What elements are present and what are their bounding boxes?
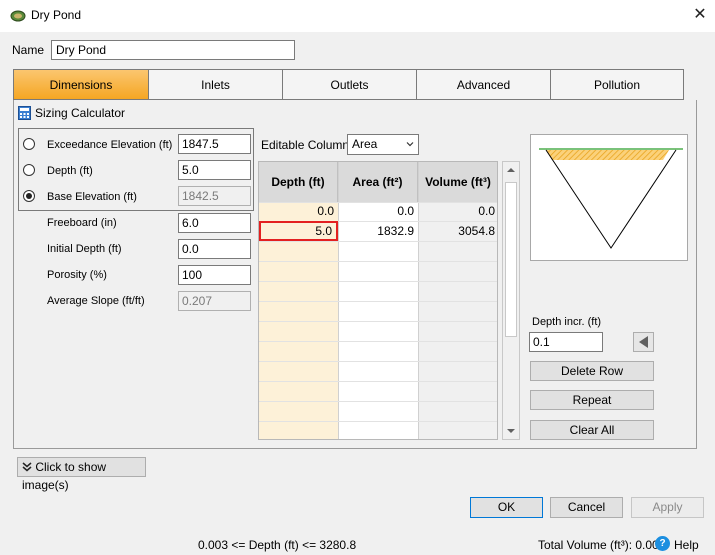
- arrow-down-icon: [507, 429, 515, 433]
- tab-outlets[interactable]: Outlets: [282, 69, 416, 100]
- depth-incr-input[interactable]: 0.1: [529, 332, 603, 352]
- row-divider: [259, 261, 497, 262]
- cancel-button[interactable]: Cancel: [550, 497, 623, 518]
- window-title: Dry Pond: [31, 8, 82, 22]
- base-elevation-radio[interactable]: [23, 190, 35, 202]
- apply-button: Apply: [631, 497, 704, 518]
- row-divider: [259, 281, 497, 282]
- header-volume[interactable]: Volume (ft³): [418, 162, 497, 202]
- row-divider: [259, 241, 497, 242]
- scroll-up-button[interactable]: [503, 162, 519, 178]
- title-bar: [0, 0, 715, 32]
- scroll-down-button[interactable]: [503, 423, 519, 439]
- editable-column-value: Area: [352, 137, 378, 151]
- exceedance-elevation-input[interactable]: 1847.5: [178, 134, 251, 154]
- show-images-button[interactable]: Click to show image(s): [17, 457, 146, 492]
- cell-volume-row1: 0.0: [478, 204, 495, 218]
- tab-inlets[interactable]: Inlets: [148, 69, 282, 100]
- freeboard-input[interactable]: 6.0: [178, 213, 251, 233]
- row-divider: [259, 401, 497, 402]
- cell-area-row1[interactable]: 0.0: [338, 201, 418, 221]
- dimension-table[interactable]: Depth (ft) Area (ft²) Volume (ft³) 0.0 0…: [258, 161, 498, 440]
- initial-depth-input[interactable]: 0.0: [178, 239, 251, 259]
- editable-column-label: Editable Column: [261, 138, 350, 152]
- row-divider: [259, 301, 497, 302]
- dry-pond-icon: [10, 10, 26, 22]
- delete-row-button[interactable]: Delete Row: [530, 361, 654, 381]
- average-slope-label: Average Slope (ft/ft): [47, 295, 145, 307]
- show-images-label: Click to show image(s): [22, 460, 107, 492]
- exceedance-elevation-radio[interactable]: [23, 138, 35, 150]
- ok-button[interactable]: OK: [470, 497, 543, 518]
- row-divider: [259, 381, 497, 382]
- cell-depth-row1[interactable]: 0.0: [259, 201, 338, 221]
- porosity-input[interactable]: 100: [178, 265, 251, 285]
- double-chevron-down-icon: [22, 462, 32, 472]
- base-elevation-input: 1842.5: [178, 186, 251, 206]
- clear-all-button[interactable]: Clear All: [530, 420, 654, 440]
- depth-incr-label: Depth incr. (ft): [532, 316, 602, 328]
- depth-label: Depth (ft): [47, 165, 93, 177]
- cell-area-row2[interactable]: 1832.9: [338, 221, 418, 241]
- arrow-up-icon: [507, 168, 515, 172]
- add-increment-button[interactable]: [633, 332, 654, 352]
- base-elevation-label: Base Elevation (ft): [47, 191, 137, 203]
- help-link[interactable]: Help: [674, 538, 699, 552]
- freeboard-fill: [546, 150, 669, 160]
- repeat-button[interactable]: Repeat: [530, 390, 654, 410]
- pond-diagram: [539, 148, 683, 249]
- pond-cross-section-preview: [530, 134, 688, 261]
- header-depth[interactable]: Depth (ft): [259, 162, 338, 202]
- pond-outline: [545, 149, 677, 249]
- help-icon[interactable]: ?: [655, 536, 670, 551]
- tab-dimensions[interactable]: Dimensions: [13, 69, 148, 100]
- freeboard-label: Freeboard (in): [47, 217, 117, 229]
- sizing-calculator-title: Sizing Calculator: [35, 106, 126, 120]
- total-volume-text: Total Volume (ft³): 0.000: [538, 538, 666, 552]
- cell-volume-row2: 3054.8: [458, 224, 495, 238]
- depth-range-text: 0.003 <= Depth (ft) <= 3280.8: [198, 538, 357, 552]
- row-divider: [259, 321, 497, 322]
- scrollbar-thumb[interactable]: [505, 182, 517, 337]
- row-divider: [259, 361, 497, 362]
- name-label: Name: [12, 43, 45, 57]
- tab-advanced[interactable]: Advanced: [416, 69, 550, 100]
- tab-bar: Dimensions Inlets Outlets Advanced Pollu…: [13, 69, 697, 100]
- calculator-icon: [18, 106, 31, 120]
- arrow-left-icon: [639, 336, 648, 348]
- row-divider: [259, 421, 497, 422]
- cell-depth-row2-selected[interactable]: 5.0: [259, 221, 338, 241]
- initial-depth-label: Initial Depth (ft): [47, 243, 122, 255]
- close-icon[interactable]: ✕: [690, 5, 710, 25]
- row-divider: [259, 341, 497, 342]
- editable-column-select[interactable]: Area: [347, 134, 419, 155]
- depth-input[interactable]: 5.0: [178, 160, 251, 180]
- chevron-down-icon: [406, 142, 414, 147]
- header-area[interactable]: Area (ft²): [338, 162, 418, 202]
- tab-pollution[interactable]: Pollution: [550, 69, 684, 100]
- exceedance-elevation-label: Exceedance Elevation (ft): [47, 139, 173, 151]
- table-scrollbar[interactable]: [502, 161, 520, 440]
- name-input[interactable]: Dry Pond: [51, 40, 295, 60]
- depth-radio[interactable]: [23, 164, 35, 176]
- porosity-label: Porosity (%): [47, 269, 107, 281]
- average-slope-input: 0.207: [178, 291, 251, 311]
